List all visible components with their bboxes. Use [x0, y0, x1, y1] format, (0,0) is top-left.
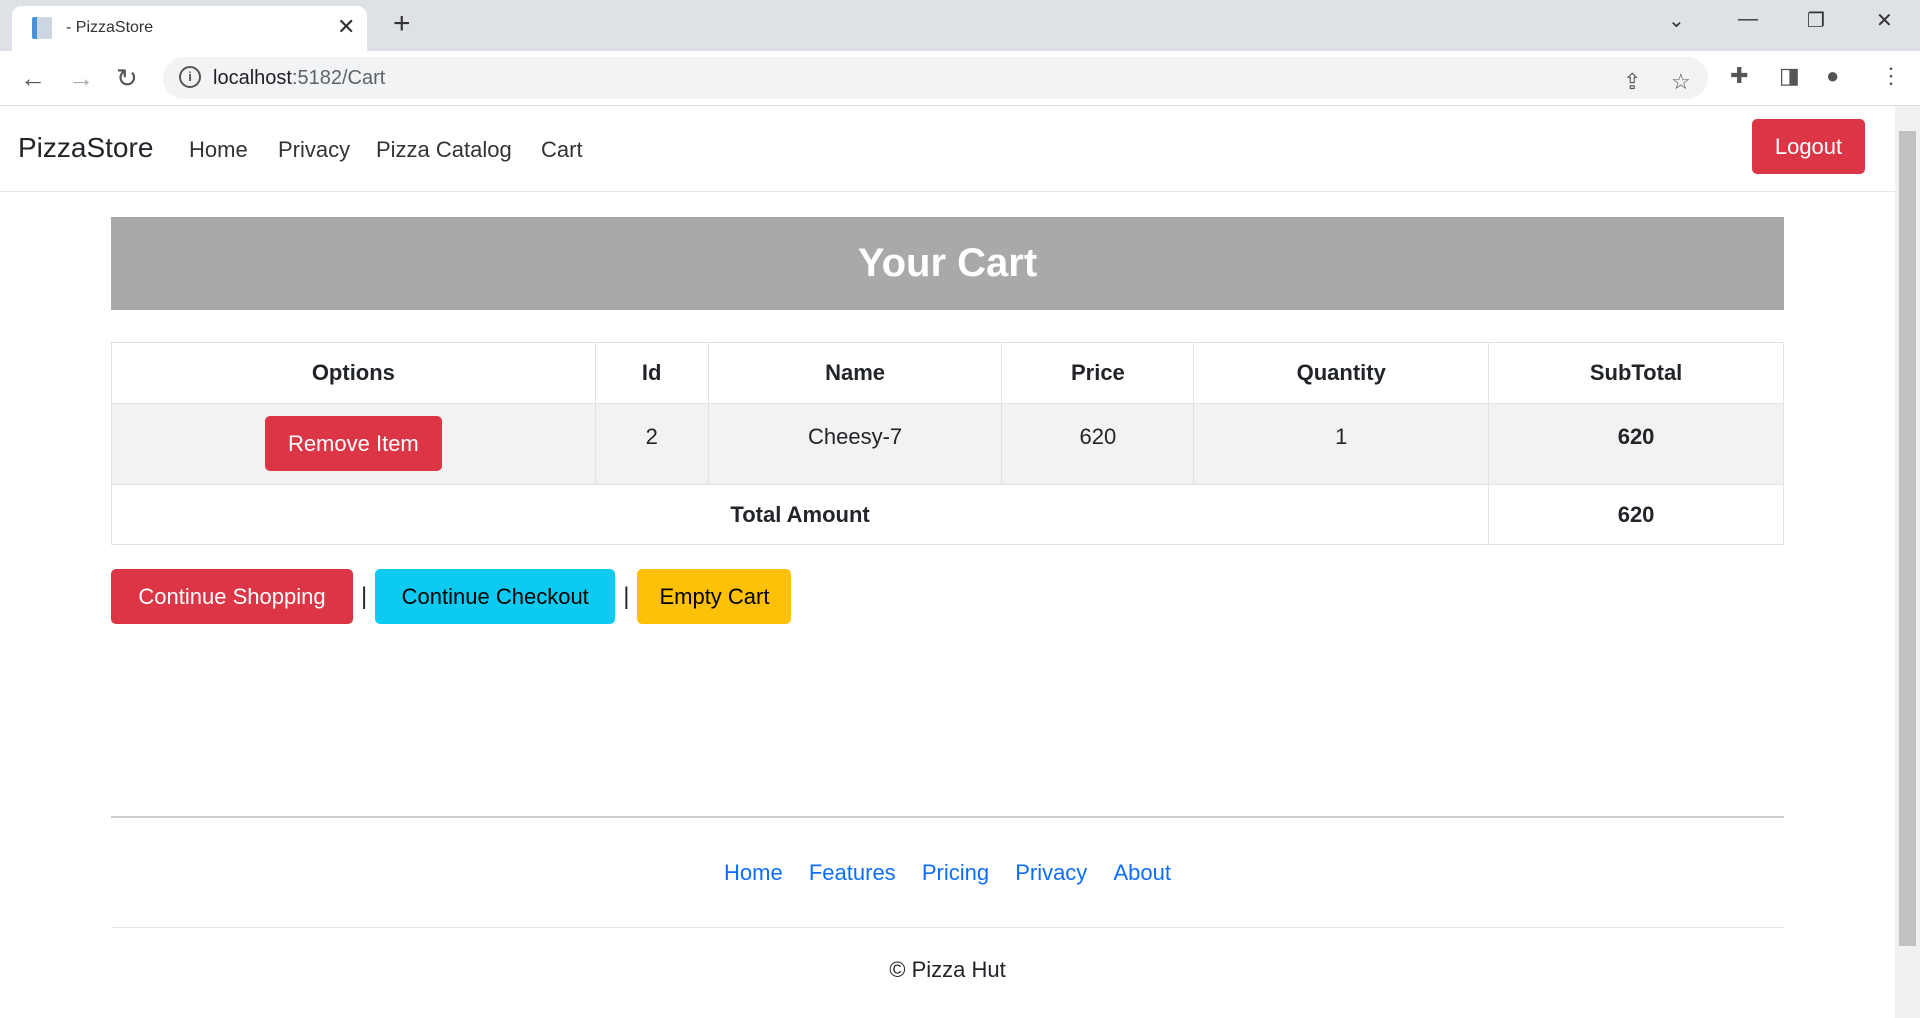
- profile-icon[interactable]: ●: [1826, 63, 1839, 89]
- menu-icon[interactable]: ⋮: [1880, 63, 1902, 89]
- footer-divider: [111, 816, 1784, 818]
- tab-bar: - PizzaStore ✕ + ⌄ — ❐ ✕: [0, 0, 1920, 51]
- forward-icon[interactable]: →: [68, 63, 94, 94]
- footer-home[interactable]: Home: [724, 860, 783, 885]
- cell-price: 620: [1001, 403, 1195, 485]
- cell-name: Cheesy-7: [707, 403, 1003, 485]
- cart-table: Options Id Name Price Quantity SubTotal …: [110, 342, 1784, 545]
- close-window-icon[interactable]: ✕: [1876, 8, 1893, 33]
- cart-actions: Continue Shopping | Continue Checkout | …: [111, 569, 792, 624]
- url-field[interactable]: i localhost:5182/Cart ⇪ ☆: [163, 57, 1708, 99]
- tab-title: - PizzaStore: [66, 19, 154, 36]
- cell-quantity: 1: [1193, 403, 1490, 485]
- copyright: © Pizza Hut: [889, 957, 1006, 982]
- footer-links: Home Features Pricing Privacy About: [0, 860, 1895, 886]
- page-icon: [32, 17, 52, 39]
- page-title: Your Cart: [111, 217, 1784, 310]
- nav-pizza-catalog[interactable]: Pizza Catalog: [376, 137, 512, 163]
- remove-item-button[interactable]: Remove Item: [264, 416, 442, 471]
- minimize-icon[interactable]: —: [1738, 8, 1758, 31]
- new-tab-icon[interactable]: +: [393, 7, 411, 41]
- scrollbar-thumb[interactable]: [1899, 131, 1916, 946]
- footer-divider: [111, 927, 1784, 928]
- restore-icon[interactable]: ❐: [1807, 8, 1825, 33]
- footer-about[interactable]: About: [1113, 860, 1171, 885]
- brand-link[interactable]: PizzaStore: [18, 132, 153, 164]
- navbar: PizzaStore Home Privacy Pizza Catalog Ca…: [0, 106, 1895, 192]
- logout-button[interactable]: Logout: [1752, 119, 1865, 174]
- header-quantity: Quantity: [1193, 342, 1490, 404]
- footer-pricing[interactable]: Pricing: [922, 860, 989, 885]
- header-price: Price: [1001, 342, 1195, 404]
- url-host: localhost: [213, 67, 292, 89]
- header-name: Name: [707, 342, 1003, 404]
- separator: |: [623, 582, 630, 610]
- empty-cart-button[interactable]: Empty Cart: [637, 569, 792, 624]
- cell-id: 2: [594, 403, 709, 485]
- header-id: Id: [594, 342, 709, 404]
- star-icon[interactable]: ☆: [1671, 69, 1691, 95]
- continue-checkout-button[interactable]: Continue Checkout: [375, 569, 616, 624]
- table-row: Remove Item 2 Cheesy-7 620 1 620: [111, 403, 1784, 485]
- url-path: :5182/Cart: [291, 67, 386, 89]
- continue-shopping-button[interactable]: Continue Shopping: [111, 569, 353, 624]
- footer-privacy[interactable]: Privacy: [1015, 860, 1087, 885]
- table-header-row: Options Id Name Price Quantity SubTotal: [111, 342, 1784, 404]
- extensions-icon[interactable]: ✚: [1730, 63, 1748, 89]
- total-row: Total Amount 620: [110, 484, 1784, 545]
- browser-tab[interactable]: - PizzaStore ✕: [12, 6, 367, 51]
- cell-subtotal: 620: [1488, 403, 1784, 485]
- total-label: Total Amount: [110, 484, 1490, 545]
- tab-search-icon[interactable]: ⌄: [1668, 8, 1685, 33]
- nav-privacy[interactable]: Privacy: [278, 137, 350, 163]
- header-subtotal: SubTotal: [1488, 342, 1784, 404]
- info-icon[interactable]: i: [179, 66, 201, 88]
- close-tab-icon[interactable]: ✕: [337, 14, 355, 40]
- header-options: Options: [111, 342, 596, 404]
- nav-home[interactable]: Home: [189, 137, 248, 163]
- reload-icon[interactable]: ↻: [116, 63, 138, 94]
- separator: |: [361, 582, 368, 610]
- back-icon[interactable]: ←: [20, 63, 46, 94]
- nav-cart[interactable]: Cart: [541, 137, 583, 163]
- side-panel-icon[interactable]: ◨: [1779, 63, 1800, 89]
- scrollbar[interactable]: [1895, 106, 1920, 1018]
- share-icon[interactable]: ⇪: [1623, 69, 1641, 95]
- total-value: 620: [1488, 484, 1784, 545]
- footer-features[interactable]: Features: [809, 860, 896, 885]
- options-cell: Remove Item: [111, 403, 596, 485]
- address-bar: ← → ↻ i localhost:5182/Cart ⇪ ☆ ✚ ◨ ● ⋮: [0, 51, 1920, 106]
